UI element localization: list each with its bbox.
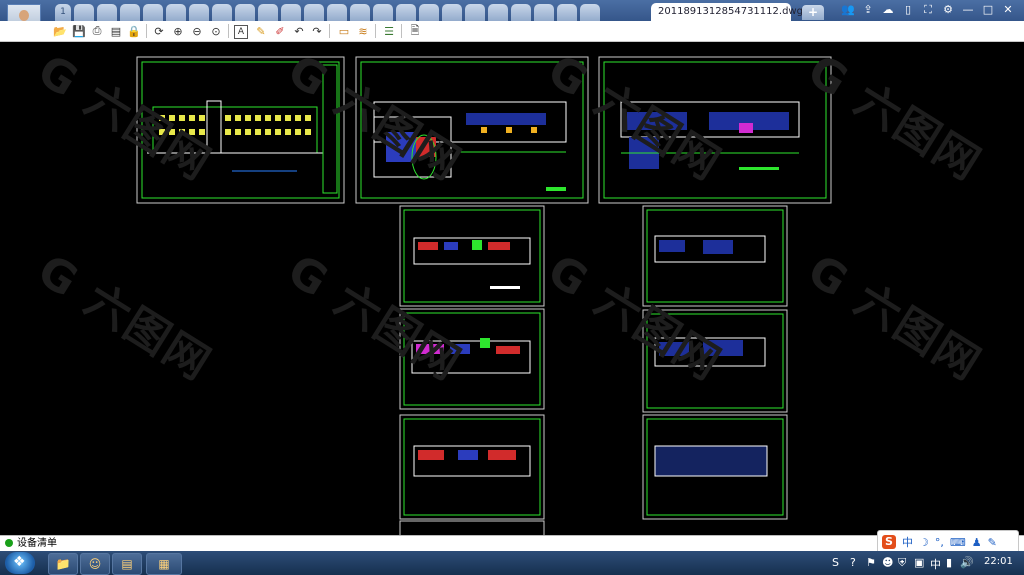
document-tab[interactable]: 2011891312854731112.dwg×	[651, 3, 811, 21]
window-controls: 👥 ⇪ ☁ ▯ ⛶ ⚙ — □ ✕	[838, 2, 1018, 18]
tab-6[interactable]	[166, 4, 186, 21]
zoom-out-icon[interactable]: ⊖	[189, 23, 205, 39]
save-icon[interactable]: 💾	[71, 23, 87, 39]
tab-11[interactable]	[281, 4, 301, 21]
new-tab-button[interactable]: +	[802, 5, 824, 20]
restore-button[interactable]: □	[978, 2, 998, 18]
tab-9[interactable]	[235, 4, 255, 21]
pdf-icon[interactable]: ▤	[108, 23, 124, 39]
security-tray-icon[interactable]: ⛨	[898, 556, 906, 570]
keyboard-icon[interactable]: ⌨	[950, 536, 966, 549]
dimension-icon[interactable]: ≋	[355, 23, 371, 39]
marker-icon[interactable]: ✐	[272, 23, 288, 39]
user-icon[interactable]: 👥	[838, 2, 858, 18]
library-taskbar-icon[interactable]: ▤	[112, 553, 142, 575]
minimize-button[interactable]: —	[958, 2, 978, 18]
tab-24[interactable]	[580, 4, 600, 21]
signal-tray-icon[interactable]: ▮	[946, 556, 952, 569]
tab-21[interactable]	[511, 4, 531, 21]
tab-4[interactable]	[120, 4, 140, 21]
cad-viewer-taskbar-icon[interactable]: ▦	[146, 553, 182, 575]
redo-icon[interactable]: ↷	[309, 23, 325, 39]
phone-icon[interactable]: ▯	[898, 2, 918, 18]
tab-10[interactable]	[258, 4, 278, 21]
export-icon[interactable]: 🗎	[407, 23, 423, 39]
tab-7[interactable]	[189, 4, 209, 21]
tab-3[interactable]	[97, 4, 117, 21]
text-icon[interactable]: A	[234, 25, 248, 39]
tab-20[interactable]	[488, 4, 508, 21]
lock-icon[interactable]: 🔒	[126, 23, 142, 39]
tab-bar: 1 2011891312854731112.dwg× + 👥 ⇪ ☁ ▯ ⛶ ⚙…	[0, 0, 1024, 21]
toolbar: 📂 💾 ⎙ ▤ 🔒 ⟳ ⊕ ⊖ ⊙ A ✎ ✐ ↶ ↷ ▭ ≋ ☰ 🗎	[0, 21, 1024, 42]
open-icon[interactable]: 📂	[52, 23, 68, 39]
network-tray-icon[interactable]: ▣	[914, 556, 924, 569]
document-tab-label: 2011891312854731112.dwg	[658, 6, 803, 17]
app-taskbar-icon[interactable]: ☺	[80, 553, 110, 575]
undo-icon[interactable]: ↶	[291, 23, 307, 39]
settings-icon[interactable]: ⚙	[938, 2, 958, 18]
print-icon[interactable]: ⎙	[89, 23, 105, 39]
start-button[interactable]	[5, 552, 35, 574]
zoom-extent-icon[interactable]: ⊙	[208, 23, 224, 39]
share-icon[interactable]: ⇪	[858, 2, 878, 18]
tab-15[interactable]	[373, 4, 393, 21]
fullscreen-icon[interactable]: ⛶	[918, 2, 938, 18]
tab-16[interactable]	[396, 4, 416, 21]
skin-icon[interactable]: ♟	[972, 536, 982, 549]
volume-tray-icon[interactable]: 🔊	[960, 556, 974, 569]
tab-1[interactable]: 1	[55, 4, 71, 21]
ime-lang[interactable]: 中	[902, 534, 913, 550]
taskbar: 📁 ☺ ▤ ▦ S ? ⚑ ☻ ⛨ ▣ 中 ▮ 🔊 22:01	[0, 551, 1024, 575]
close-button[interactable]: ✕	[998, 2, 1018, 18]
tab-strip: 1	[55, 4, 603, 21]
app-window: 1 2011891312854731112.dwg× + 👥 ⇪ ☁ ▯ ⛶ ⚙…	[0, 0, 1024, 575]
moon-icon[interactable]: ☽	[919, 536, 929, 549]
tab-23[interactable]	[557, 4, 577, 21]
tab-5[interactable]	[143, 4, 163, 21]
punct-icon[interactable]: °,	[935, 536, 944, 549]
tab-18[interactable]	[442, 4, 462, 21]
chat-icon[interactable]: ☁	[878, 2, 898, 18]
layers-icon[interactable]: ☰	[381, 23, 397, 39]
tab-14[interactable]	[350, 4, 370, 21]
rotate-icon[interactable]: ⟳	[151, 23, 167, 39]
pencil-icon[interactable]: ✎	[253, 23, 269, 39]
sogou-tray-icon[interactable]: S	[832, 556, 839, 569]
flag-tray-icon[interactable]: ⚑	[866, 556, 876, 569]
tab-8[interactable]	[212, 4, 232, 21]
tab-17[interactable]	[419, 4, 439, 21]
tab-22[interactable]	[534, 4, 554, 21]
tab-12[interactable]	[304, 4, 324, 21]
drawing-canvas[interactable]: G 六图网 G 六图网 G 六图网 G 六图网 G 六图网 G 六图网 G 六图…	[0, 42, 1024, 535]
status-text[interactable]: 设备清单	[17, 538, 57, 549]
status-line: 设备清单	[0, 535, 1024, 552]
clock[interactable]: 22:01	[984, 556, 1013, 567]
tab-13[interactable]	[327, 4, 347, 21]
tools-icon[interactable]: ✎	[988, 536, 997, 549]
measure-icon[interactable]: ▭	[336, 23, 352, 39]
explorer-taskbar-icon[interactable]: 📁	[48, 553, 78, 575]
ime-tray-icon[interactable]: 中	[930, 556, 941, 572]
help-tray-icon[interactable]: ?	[850, 556, 856, 569]
zoom-in-icon[interactable]: ⊕	[170, 23, 186, 39]
qq-tray-icon[interactable]: ☻	[882, 556, 893, 569]
tab-2[interactable]	[74, 4, 94, 21]
status-dot-icon	[5, 539, 13, 547]
sogou-icon[interactable]: S	[882, 535, 896, 549]
tab-19[interactable]	[465, 4, 485, 21]
